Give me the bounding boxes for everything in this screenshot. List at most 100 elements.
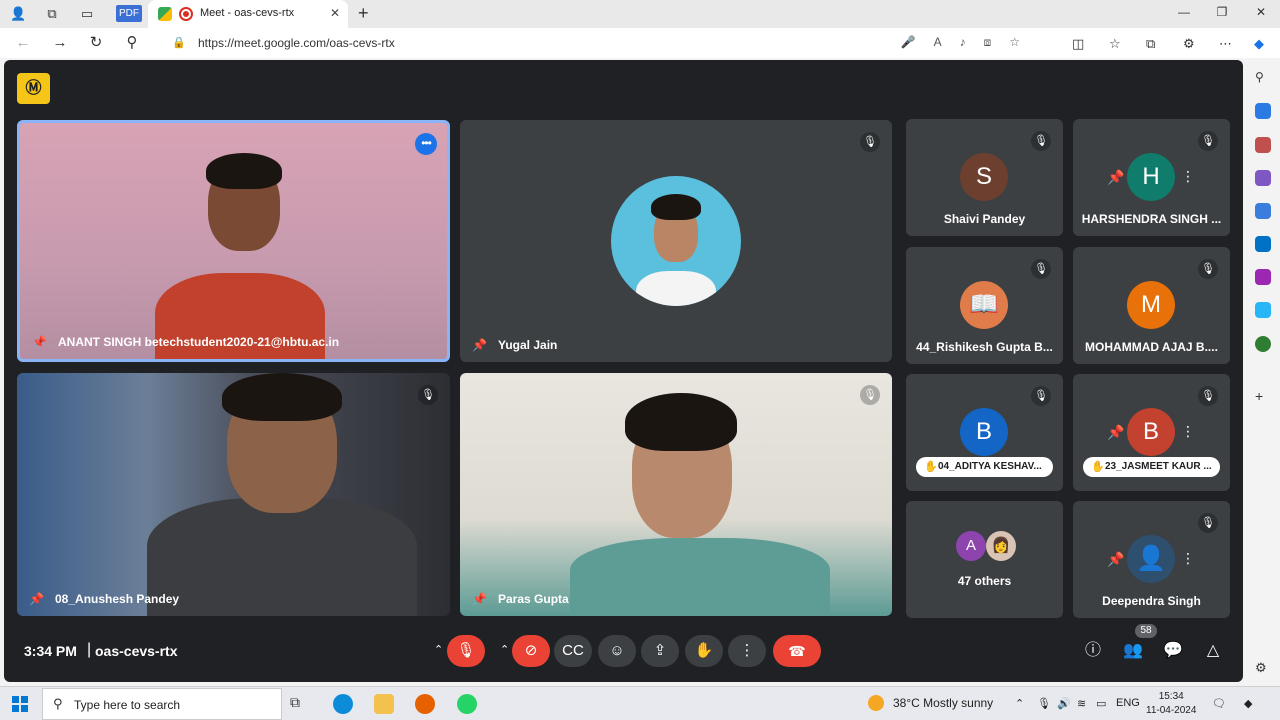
- more-options-icon[interactable]: ⋮: [1181, 168, 1195, 185]
- taskbar-clock[interactable]: 15:34 11-04-2024: [1146, 690, 1196, 718]
- whatsapp-icon[interactable]: [457, 694, 477, 714]
- meeting-code: oas-cevs-rtx: [95, 643, 178, 659]
- captions-icon: CC: [562, 642, 584, 659]
- firefox-icon[interactable]: [415, 694, 435, 714]
- participant-tile-shaivi[interactable]: 🎙 S Shaivi Pandey: [906, 119, 1063, 236]
- maximize-button[interactable]: ❐: [1212, 5, 1232, 19]
- more-options-icon[interactable]: ⋮: [1181, 423, 1195, 440]
- gear-icon[interactable]: ⚙: [1255, 660, 1271, 676]
- settings-more-icon[interactable]: ⋯: [1219, 36, 1232, 52]
- office-icon[interactable]: [1255, 203, 1271, 219]
- pin-icon[interactable]: 📌: [472, 338, 487, 354]
- taskbar-search[interactable]: ⚲ Type here to search: [42, 688, 282, 720]
- search-icon[interactable]: ⚲: [1255, 70, 1271, 86]
- mic-toggle-button[interactable]: 🎙: [447, 635, 485, 667]
- workspaces-icon[interactable]: ⧉: [44, 6, 60, 22]
- meeting-time: 3:34 PM: [24, 643, 77, 659]
- profile-icon[interactable]: 👤: [10, 6, 26, 22]
- more-options-icon[interactable]: ⋮: [1181, 550, 1195, 567]
- windows-start-icon[interactable]: [12, 696, 28, 712]
- chevron-up-icon[interactable]: ⌃: [1015, 697, 1024, 710]
- participant-tile-mohammad[interactable]: 🎙 M MOHAMMAD AJAJ B....: [1073, 247, 1230, 364]
- raised-hand-badge: ✋ 04_ADITYA KESHAV...: [916, 457, 1053, 477]
- copilot-icon[interactable]: ◆: [1254, 36, 1264, 52]
- split-screen-icon[interactable]: ◫: [1072, 36, 1084, 52]
- file-explorer-icon[interactable]: [374, 694, 394, 714]
- reactions-button[interactable]: ☺: [598, 635, 636, 667]
- copilot-icon[interactable]: ◆: [1244, 697, 1252, 710]
- task-view-icon[interactable]: ⧉: [290, 694, 310, 714]
- language-indicator[interactable]: ENG: [1116, 697, 1140, 709]
- participant-tile-aditya[interactable]: 🎙 B ✋ 04_ADITYA KESHAV...: [906, 374, 1063, 491]
- url-action-icons[interactable]: 🎤A♪⧈☆: [901, 35, 1038, 50]
- designer-icon[interactable]: [1255, 269, 1271, 285]
- video-options-icon[interactable]: ⌃: [500, 643, 509, 656]
- pin-icon[interactable]: 📌: [472, 592, 487, 608]
- more-options-button[interactable]: ⋮: [728, 635, 766, 667]
- notifications-icon[interactable]: 🗨: [1212, 697, 1226, 710]
- pin-icon[interactable]: 📌: [29, 592, 44, 608]
- info-icon[interactable]: ⓘ: [1082, 640, 1104, 662]
- lock-icon[interactable]: 🔒: [172, 36, 186, 49]
- favorites-icon[interactable]: ☆: [1109, 36, 1121, 52]
- mic-icon[interactable]: 🎙: [1037, 697, 1051, 710]
- mic-off-icon: 🎙: [1198, 386, 1218, 406]
- extensions-icon[interactable]: ⚙: [1183, 36, 1195, 52]
- wifi-icon[interactable]: ≋: [1077, 697, 1086, 710]
- battery-icon[interactable]: ▭: [1096, 697, 1106, 710]
- close-icon[interactable]: ✕: [330, 6, 340, 20]
- participant-tile-harshendra[interactable]: 🎙 H 📌 ⋮ HARSHENDRA SINGH ...: [1073, 119, 1230, 236]
- collections-icon[interactable]: ⧉: [1146, 36, 1155, 52]
- pin-icon[interactable]: 📌: [1107, 424, 1124, 441]
- audio-options-icon[interactable]: ⌃: [434, 643, 443, 656]
- captions-button[interactable]: CC: [554, 635, 592, 667]
- back-icon[interactable]: ←: [14, 34, 32, 52]
- end-call-button[interactable]: ☎: [773, 635, 821, 667]
- url-text[interactable]: https://meet.google.com/oas-cevs-rtx: [198, 36, 395, 50]
- outlook-icon[interactable]: [1255, 236, 1271, 252]
- more-options-icon[interactable]: •••: [415, 133, 437, 155]
- participant-tile-anant[interactable]: ••• 📌 ANANT SINGH betechstudent2020-21@h…: [17, 120, 450, 362]
- camera-toggle-button[interactable]: ⊘: [512, 635, 550, 667]
- participant-tile-paras[interactable]: 🎙 📌 Paras Gupta: [460, 373, 892, 616]
- search-icon[interactable]: ⚲: [123, 34, 141, 52]
- url-field[interactable]: 🔒 https://meet.google.com/oas-cevs-rtx 🎤…: [158, 31, 1058, 55]
- minimize-button[interactable]: —: [1174, 5, 1194, 19]
- edge-icon[interactable]: [333, 694, 353, 714]
- tab-pdf[interactable]: PDF: [116, 5, 142, 22]
- participant-tile-jasmeet[interactable]: 🎙 B 📌 ⋮ ✋ 23_JASMEET KAUR ...: [1073, 374, 1230, 491]
- participant-name: 04_ADITYA KESHAV...: [938, 461, 1042, 472]
- shopping-icon[interactable]: [1255, 103, 1271, 119]
- tree-icon[interactable]: [1255, 336, 1271, 352]
- raise-hand-button[interactable]: ✋: [685, 635, 723, 667]
- window-close-button[interactable]: ✕: [1251, 5, 1271, 19]
- tab-meet[interactable]: Meet - oas-cevs-rtx ✕: [148, 0, 348, 28]
- forward-icon[interactable]: →: [51, 34, 69, 52]
- others-tile[interactable]: A 👩 47 others: [906, 501, 1063, 618]
- people-icon[interactable]: 👥: [1122, 640, 1144, 662]
- new-tab-button[interactable]: +: [358, 3, 369, 24]
- speaker-icon[interactable]: 🔊: [1057, 697, 1071, 710]
- present-button[interactable]: ⇪: [641, 635, 679, 667]
- activities-icon[interactable]: △: [1202, 640, 1224, 662]
- games-icon[interactable]: [1255, 170, 1271, 186]
- mic-off-icon: 🎙: [418, 385, 438, 405]
- tab-actions-icon[interactable]: ▭: [79, 6, 95, 22]
- participant-tile-deependra[interactable]: 🎙 👤 📌 ⋮ Deependra Singh: [1073, 501, 1230, 618]
- avatar: B: [960, 408, 1008, 456]
- add-icon[interactable]: +: [1255, 388, 1271, 404]
- pin-icon[interactable]: 📌: [32, 335, 47, 351]
- weather-text[interactable]: 38°C Mostly sunny: [893, 696, 993, 710]
- participant-tile-yugal[interactable]: 🎙 📌 Yugal Jain: [460, 120, 892, 362]
- participant-tile-rishikesh[interactable]: 🎙 📖 44_Rishikesh Gupta B...: [906, 247, 1063, 364]
- pin-icon[interactable]: 📌: [1107, 169, 1124, 186]
- pin-icon[interactable]: 📌: [1107, 551, 1124, 568]
- tools-icon[interactable]: [1255, 137, 1271, 153]
- telegram-icon[interactable]: [1255, 302, 1271, 318]
- refresh-icon[interactable]: ↻: [87, 34, 105, 52]
- raised-hand-badge: ✋ 23_JASMEET KAUR ...: [1083, 457, 1220, 477]
- chat-icon[interactable]: 💬: [1162, 640, 1184, 662]
- search-placeholder: Type here to search: [74, 698, 181, 712]
- participant-name: 23_JASMEET KAUR ...: [1105, 461, 1212, 472]
- participant-tile-anushesh[interactable]: 🎙 📌 08_Anushesh Pandey: [17, 373, 450, 616]
